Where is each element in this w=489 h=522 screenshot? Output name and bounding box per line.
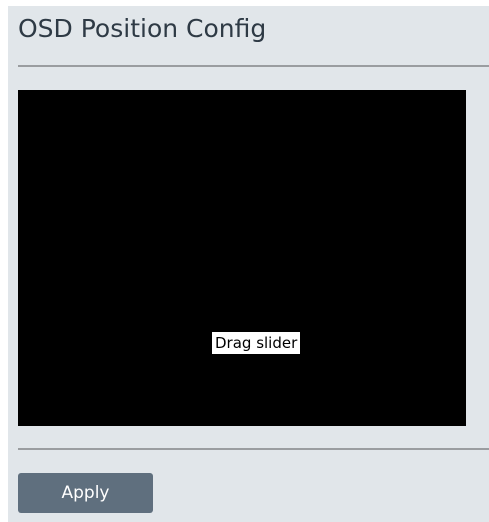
osd-preview-area: Drag slider [18, 90, 466, 426]
osd-config-panel: OSD Position Config Drag slider Apply [8, 6, 489, 522]
title-divider [18, 65, 489, 67]
osd-drag-slider-label[interactable]: Drag slider [212, 332, 301, 354]
apply-button[interactable]: Apply [18, 473, 153, 513]
footer-divider [18, 448, 489, 450]
page-title: OSD Position Config [18, 14, 267, 43]
